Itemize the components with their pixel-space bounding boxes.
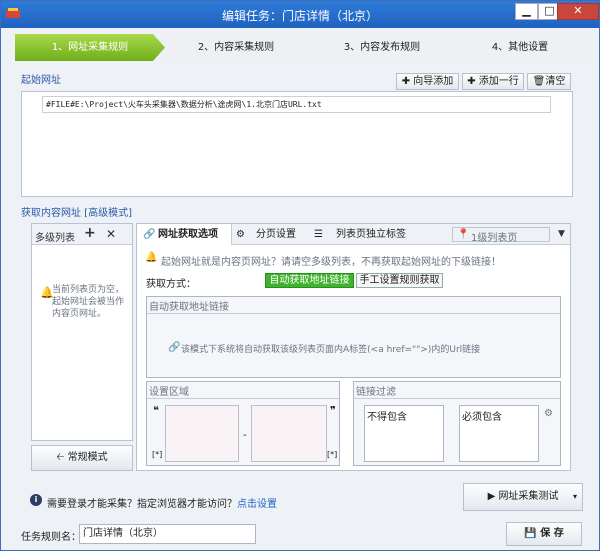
bell-icon: 🔔 — [145, 252, 158, 263]
tab-url-options[interactable]: 🔗 网址获取选项 — [137, 224, 232, 245]
chevron-down-icon[interactable]: ▼ — [558, 229, 565, 239]
close-icon[interactable]: ✕ — [106, 227, 116, 241]
plus-icon[interactable]: + — [84, 225, 96, 241]
exclude-input[interactable]: 不得包含 — [364, 405, 444, 462]
multi-list-panel: 多级列表 + ✕ 🔔 当前列表页为空，起始网址会被当作内容页网址。 — [31, 223, 133, 441]
add-line-button[interactable]: ✚ 添加一行 — [462, 73, 524, 90]
exclude-placeholder: 不得包含 — [367, 412, 407, 423]
click-settings-link[interactable]: 点击设置 — [237, 499, 277, 510]
step-other-settings[interactable]: 4、其他设置 — [453, 34, 587, 61]
normal-mode-button[interactable]: 🡠 常规模式 — [31, 445, 133, 471]
minimize-button[interactable]: ▁ — [515, 3, 538, 20]
settings-area-title: 设置区域 — [149, 387, 189, 398]
multi-list-header: 多级列表 + ✕ — [32, 224, 132, 245]
divider — [147, 313, 560, 314]
play-icon: ▶ — [487, 491, 499, 502]
link-icon: 🔗 — [168, 342, 181, 353]
auto-get-button[interactable]: 自动获取地址链接 — [265, 273, 354, 288]
rule-name-input[interactable]: 门店详情（北京） — [79, 524, 256, 544]
info-icon: i — [30, 494, 42, 506]
include-input[interactable]: 必须包含 — [459, 405, 539, 462]
divider — [147, 398, 339, 399]
step-content-rules[interactable]: 2、内容采集规则 — [161, 34, 311, 61]
save-button[interactable]: 💾 保 存 — [506, 522, 582, 546]
normal-mode-label: 常规模式 — [67, 452, 108, 463]
tab-bar: 🔗 网址获取选项 ⚙ 分页设置 ☰ 列表页独立标签 📍 1级列表页 ▼ — [137, 224, 570, 245]
close-button[interactable]: ✕ — [557, 3, 599, 20]
plus-icon: ✚ — [467, 76, 479, 87]
start-url-list[interactable]: #FILE#E:\Project\火车头采集器\数据分析\途虎网\1.北京门店U… — [21, 91, 573, 197]
list-icon: ☰ — [314, 229, 323, 240]
link-filter-group: 链接过滤 不得包含 必须包含 ⚙ — [353, 381, 561, 466]
end-marker-input[interactable] — [251, 405, 327, 462]
open-bracket-text: [*] — [152, 450, 163, 459]
multi-list-empty-note: 当前列表页为空，起始网址会被当作内容页网址。 — [52, 285, 125, 319]
chevron-down-icon[interactable]: ▾ — [573, 484, 577, 510]
wizard-add-label: 向导添加 — [413, 76, 454, 87]
gears-icon: ⚙ — [236, 229, 245, 240]
close-bracket-text: [*] — [327, 450, 338, 459]
link-filter-title: 链接过滤 — [356, 387, 396, 398]
content-url-label: 获取内容网址 [高级模式] — [21, 208, 132, 219]
add-line-label: 添加一行 — [478, 76, 519, 87]
pin-icon: 📍 — [457, 229, 470, 240]
login-question: 需要登录才能采集？指定浏览器才能访问？点击设置 — [47, 495, 277, 510]
manual-rule-button[interactable]: 手工设置规则获取 — [356, 273, 443, 288]
step-url-rules[interactable]: 1、网址采集规则 — [15, 34, 165, 61]
gear-icon[interactable]: ⚙ — [544, 408, 553, 419]
include-placeholder: 必须包含 — [462, 412, 502, 423]
clear-label: 清空 — [545, 76, 566, 87]
title-bar: 编辑任务：门店详情（北京） ▁ □ ✕ — [1, 1, 599, 28]
divider — [354, 398, 560, 399]
arrow-left-icon: 🡠 — [56, 452, 68, 463]
start-url-entry[interactable]: #FILE#E:\Project\火车头采集器\数据分析\途虎网\1.北京门店U… — [42, 96, 551, 113]
tab-pagination[interactable]: ⚙ 分页设置 — [236, 224, 306, 245]
url-test-label: 网址采集测试 — [498, 491, 559, 502]
wizard-add-button[interactable]: ✚ 向导添加 — [396, 73, 459, 90]
link-icon: 🔗 — [143, 229, 156, 240]
method-label: 获取方式： — [146, 279, 196, 290]
window-title: 编辑任务：门店详情（北京） — [221, 9, 378, 23]
step-publish-rules[interactable]: 3、内容发布规则 — [307, 34, 457, 61]
trash-icon: 🗑 — [532, 76, 546, 87]
auto-get-group: 自动获取地址链接 🔗 该模式下系统将自动获取该级列表页面内A标签(<a href… — [146, 296, 561, 378]
rule-name-label: 任务规则名： — [21, 532, 81, 543]
editor-window: 编辑任务：门店详情（北京） ▁ □ ✕ 1、网址采集规则 2、内容采集规则 3、… — [0, 0, 600, 551]
tab-list-page-tag[interactable]: ☰ 列表页独立标签 — [314, 224, 424, 245]
level-selector[interactable]: 📍 1级列表页 — [452, 227, 550, 244]
hint-text: 起始网址就是内容页网址？请请空多级列表，不再获取起始网址的下级链接！ — [161, 257, 501, 268]
auto-get-group-title: 自动获取地址链接 — [149, 302, 229, 313]
range-dash: - — [243, 430, 247, 441]
auto-get-note: 该模式下系统将自动获取该级列表页面内A标签(<a href="">)内的Url链… — [181, 345, 481, 355]
plus-icon: ✚ — [401, 76, 414, 87]
save-icon: 💾 — [524, 528, 541, 539]
url-options-panel: 🔗 网址获取选项 ⚙ 分页设置 ☰ 列表页独立标签 📍 1级列表页 ▼ 🔔 起始… — [136, 223, 571, 471]
settings-area-group: 设置区域 ❝ [*] - ❞ [*] — [146, 381, 340, 466]
level-selector-value: 1级列表页 — [471, 233, 518, 244]
tab-list-page-tag-label: 列表页独立标签 — [336, 229, 406, 240]
multi-list-title: 多级列表 — [35, 233, 75, 244]
tab-url-options-label: 网址获取选项 — [158, 229, 218, 240]
step-bar: 1、网址采集规则 2、内容采集规则 3、内容发布规则 4、其他设置 — [15, 34, 587, 61]
start-url-label: 起始网址 — [21, 75, 61, 86]
save-label: 保 存 — [540, 528, 564, 539]
start-marker-input[interactable] — [165, 405, 239, 462]
clear-button[interactable]: 🗑清空 — [527, 73, 571, 90]
close-quote-icon: ❞ — [330, 404, 336, 417]
url-test-button[interactable]: ▶ 网址采集测试 ▾ — [463, 483, 583, 511]
open-quote-icon: ❝ — [153, 404, 159, 417]
tab-pagination-label: 分页设置 — [256, 229, 296, 240]
login-question-text: 需要登录才能采集？指定浏览器才能访问？ — [47, 499, 237, 510]
